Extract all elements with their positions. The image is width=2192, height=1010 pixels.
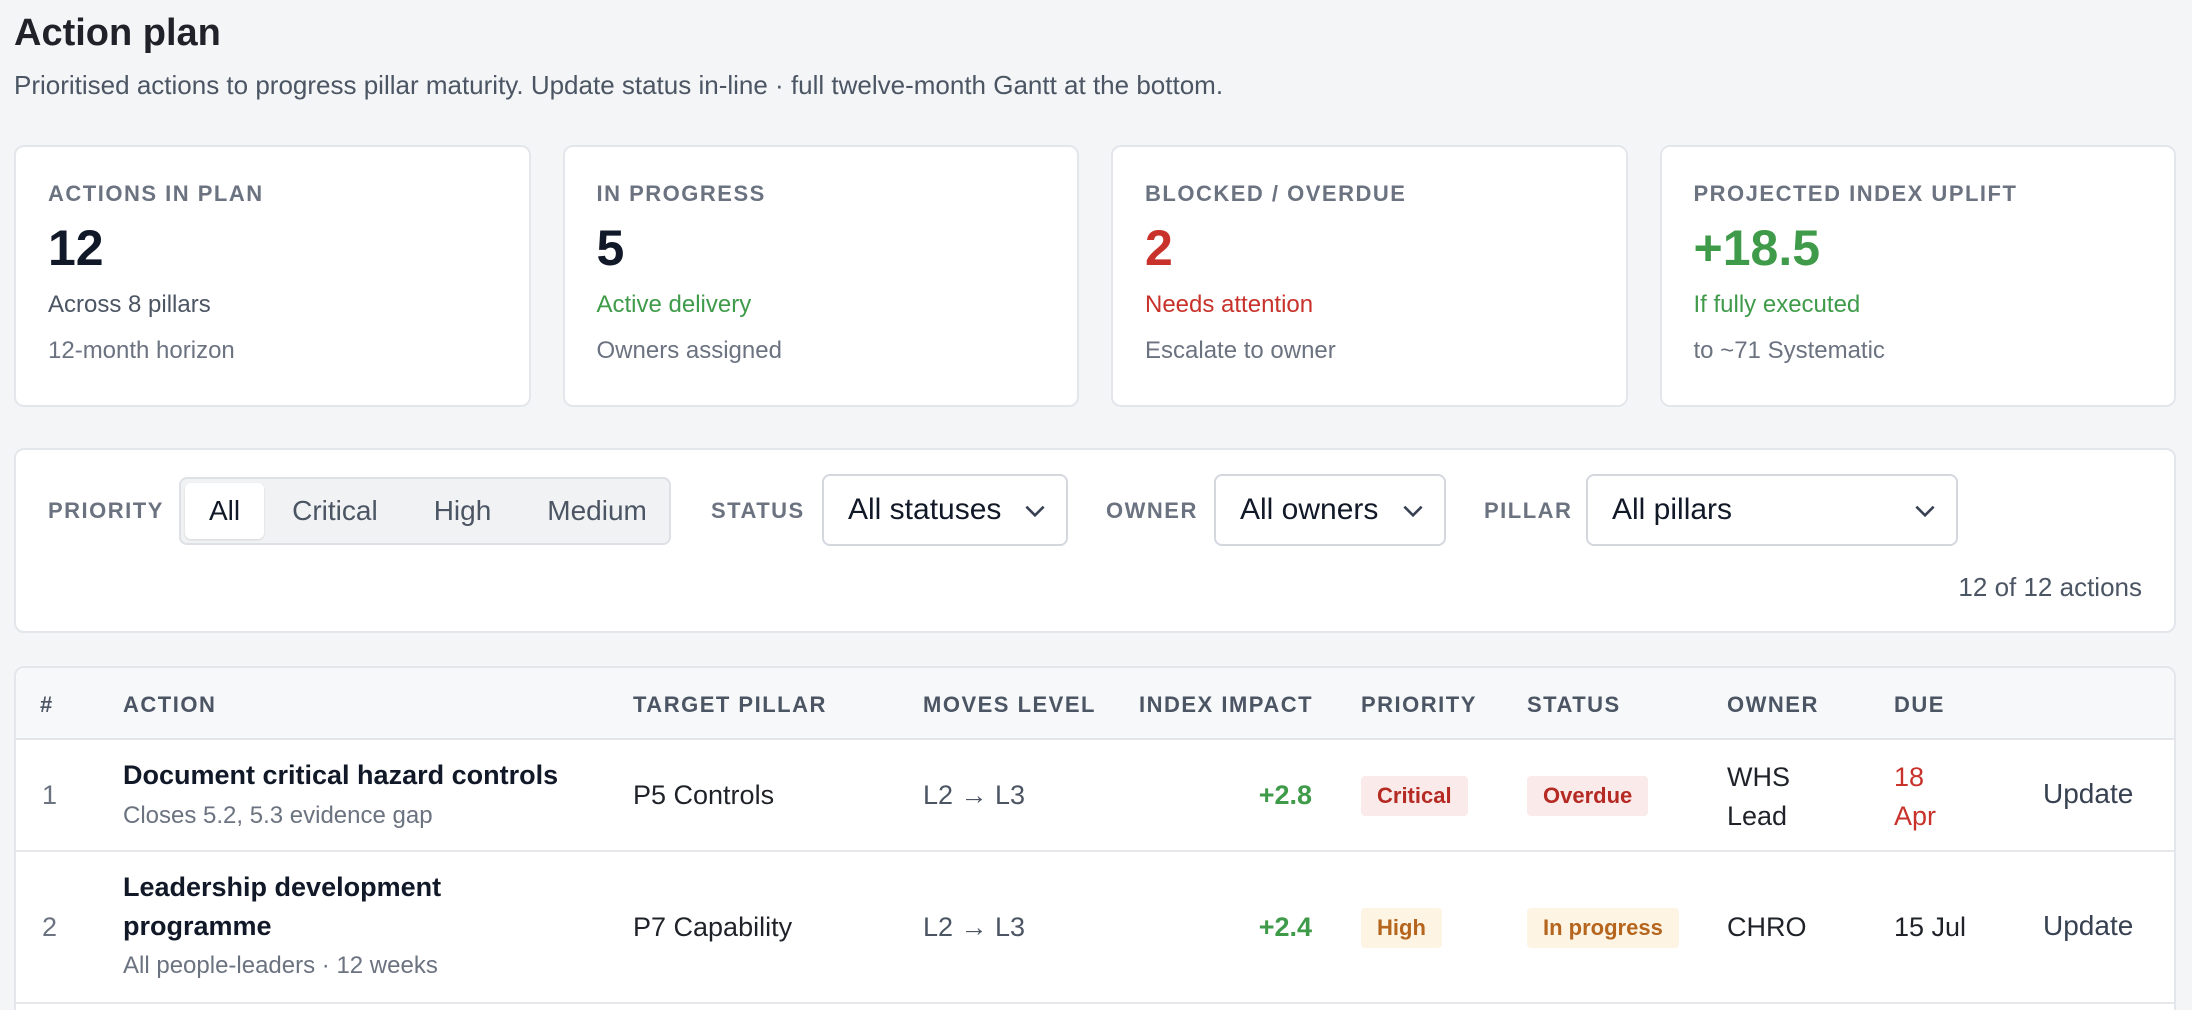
status-select-value: All statuses xyxy=(848,493,1002,526)
actions-table: # ACTION TARGET PILLAR MOVES LEVEL INDEX… xyxy=(14,666,2176,1010)
kpi-card-uplift: PROJECTED INDEX UPLIFT +18.5 If fully ex… xyxy=(1659,145,2176,407)
due-date: 15 Jul xyxy=(1894,912,1967,942)
action-title: Document critical hazard controls xyxy=(123,760,559,790)
column-header-priority: PRIORITY xyxy=(1361,692,1477,717)
table-header: # ACTION TARGET PILLAR MOVES LEVEL INDEX… xyxy=(16,668,2174,740)
owner: CHRO xyxy=(1727,912,1807,942)
update-button[interactable]: Update xyxy=(2043,778,2133,810)
column-header-moves-level: MOVES LEVEL xyxy=(923,692,1096,717)
status-filter-label: STATUS xyxy=(711,498,805,523)
kpi-note: Escalate to owner xyxy=(1145,337,1336,364)
owner-filter-label: OWNER xyxy=(1106,498,1198,523)
column-header-index-impact: INDEX IMPACT xyxy=(1139,692,1314,717)
column-header-due: DUE xyxy=(1894,692,1945,717)
kpi-card-blocked: BLOCKED / OVERDUE 2 Needs attention Esca… xyxy=(1111,145,1628,407)
kpi-label: PROJECTED INDEX UPLIFT xyxy=(1693,181,2018,206)
column-header-target-pillar: TARGET PILLAR xyxy=(633,692,827,717)
table-row: 2 Leadership development programme All p… xyxy=(16,852,2174,1004)
kpi-detail: If fully executed xyxy=(1693,291,1861,318)
target-pillar: P5 Controls xyxy=(633,780,775,810)
index-impact: +2.4 xyxy=(1258,912,1312,942)
row-number: 2 xyxy=(42,912,58,942)
owner-select-value: All owners xyxy=(1240,493,1379,526)
kpi-label: IN PROGRESS xyxy=(596,181,766,206)
kpi-row: ACTIONS IN PLAN 12 Across 8 pillars 12-m… xyxy=(14,145,2176,407)
kpi-note: 12-month horizon xyxy=(48,337,235,364)
column-header-number: # xyxy=(40,692,54,717)
kpi-value: 5 xyxy=(596,220,625,276)
kpi-detail: Needs attention xyxy=(1145,291,1314,318)
column-header-action: ACTION xyxy=(123,692,217,717)
filter-panel: PRIORITY All Critical High Medium STATUS… xyxy=(14,448,2176,633)
page-subtitle: Prioritised actions to progress pillar m… xyxy=(14,70,1224,100)
kpi-label: ACTIONS IN PLAN xyxy=(48,181,264,206)
action-title: Leadership development programme xyxy=(123,872,442,941)
priority-badge: High xyxy=(1361,908,1442,948)
kpi-detail: Across 8 pillars xyxy=(48,291,211,318)
kpi-note: to ~71 Systematic xyxy=(1693,337,1885,364)
priority-option-critical[interactable]: Critical xyxy=(264,483,406,539)
update-button[interactable]: Update xyxy=(2043,910,2133,942)
priority-filter-label: PRIORITY xyxy=(48,498,164,523)
action-subtitle: All people-leaders · 12 weeks xyxy=(123,952,438,979)
kpi-value: 2 xyxy=(1145,220,1173,276)
kpi-detail: Active delivery xyxy=(596,291,752,318)
status-badge[interactable]: Overdue xyxy=(1527,776,1649,816)
priority-option-medium[interactable]: Medium xyxy=(519,483,675,539)
due-date: 18 Apr xyxy=(1894,762,1937,831)
priority-option-high[interactable]: High xyxy=(406,483,520,539)
action-subtitle: Closes 5.2, 5.3 evidence gap xyxy=(123,802,433,829)
kpi-label: BLOCKED / OVERDUE xyxy=(1145,181,1407,206)
owner: WHS Lead xyxy=(1727,762,1790,831)
kpi-card-actions: ACTIONS IN PLAN 12 Across 8 pillars 12-m… xyxy=(14,145,531,407)
column-header-owner: OWNER xyxy=(1727,692,1819,717)
priority-segmented-control: All Critical High Medium xyxy=(179,477,671,545)
row-number: 1 xyxy=(42,780,58,810)
moves-level: L2 → L3 xyxy=(923,912,1026,942)
chevron-down-icon xyxy=(1403,505,1423,518)
priority-option-all[interactable]: All xyxy=(185,483,265,539)
kpi-card-in-progress: IN PROGRESS 5 Active delivery Owners ass… xyxy=(562,145,1079,407)
owner-select[interactable]: All owners xyxy=(1214,474,1446,546)
pillar-filter-label: PILLAR xyxy=(1484,498,1573,523)
status-badge[interactable]: In progress xyxy=(1527,908,1679,948)
index-impact: +2.8 xyxy=(1258,780,1312,810)
results-count: 12 of 12 actions xyxy=(1958,572,2142,602)
table-row: 1 Document critical hazard controls Clos… xyxy=(16,740,2174,852)
chevron-down-icon xyxy=(1915,505,1935,518)
page-title: Action plan xyxy=(14,12,221,54)
chevron-down-icon xyxy=(1025,505,1045,518)
priority-badge: Critical xyxy=(1361,776,1468,816)
kpi-value: 12 xyxy=(48,220,104,276)
column-header-status: STATUS xyxy=(1527,692,1621,717)
target-pillar: P7 Capability xyxy=(633,912,793,942)
pillar-select-value: All pillars xyxy=(1612,493,1733,526)
kpi-value: +18.5 xyxy=(1693,220,1821,276)
status-select[interactable]: All statuses xyxy=(822,474,1068,546)
pillar-select[interactable]: All pillars xyxy=(1586,474,1958,546)
moves-level: L2 → L3 xyxy=(923,780,1026,810)
kpi-note: Owners assigned xyxy=(596,337,782,364)
